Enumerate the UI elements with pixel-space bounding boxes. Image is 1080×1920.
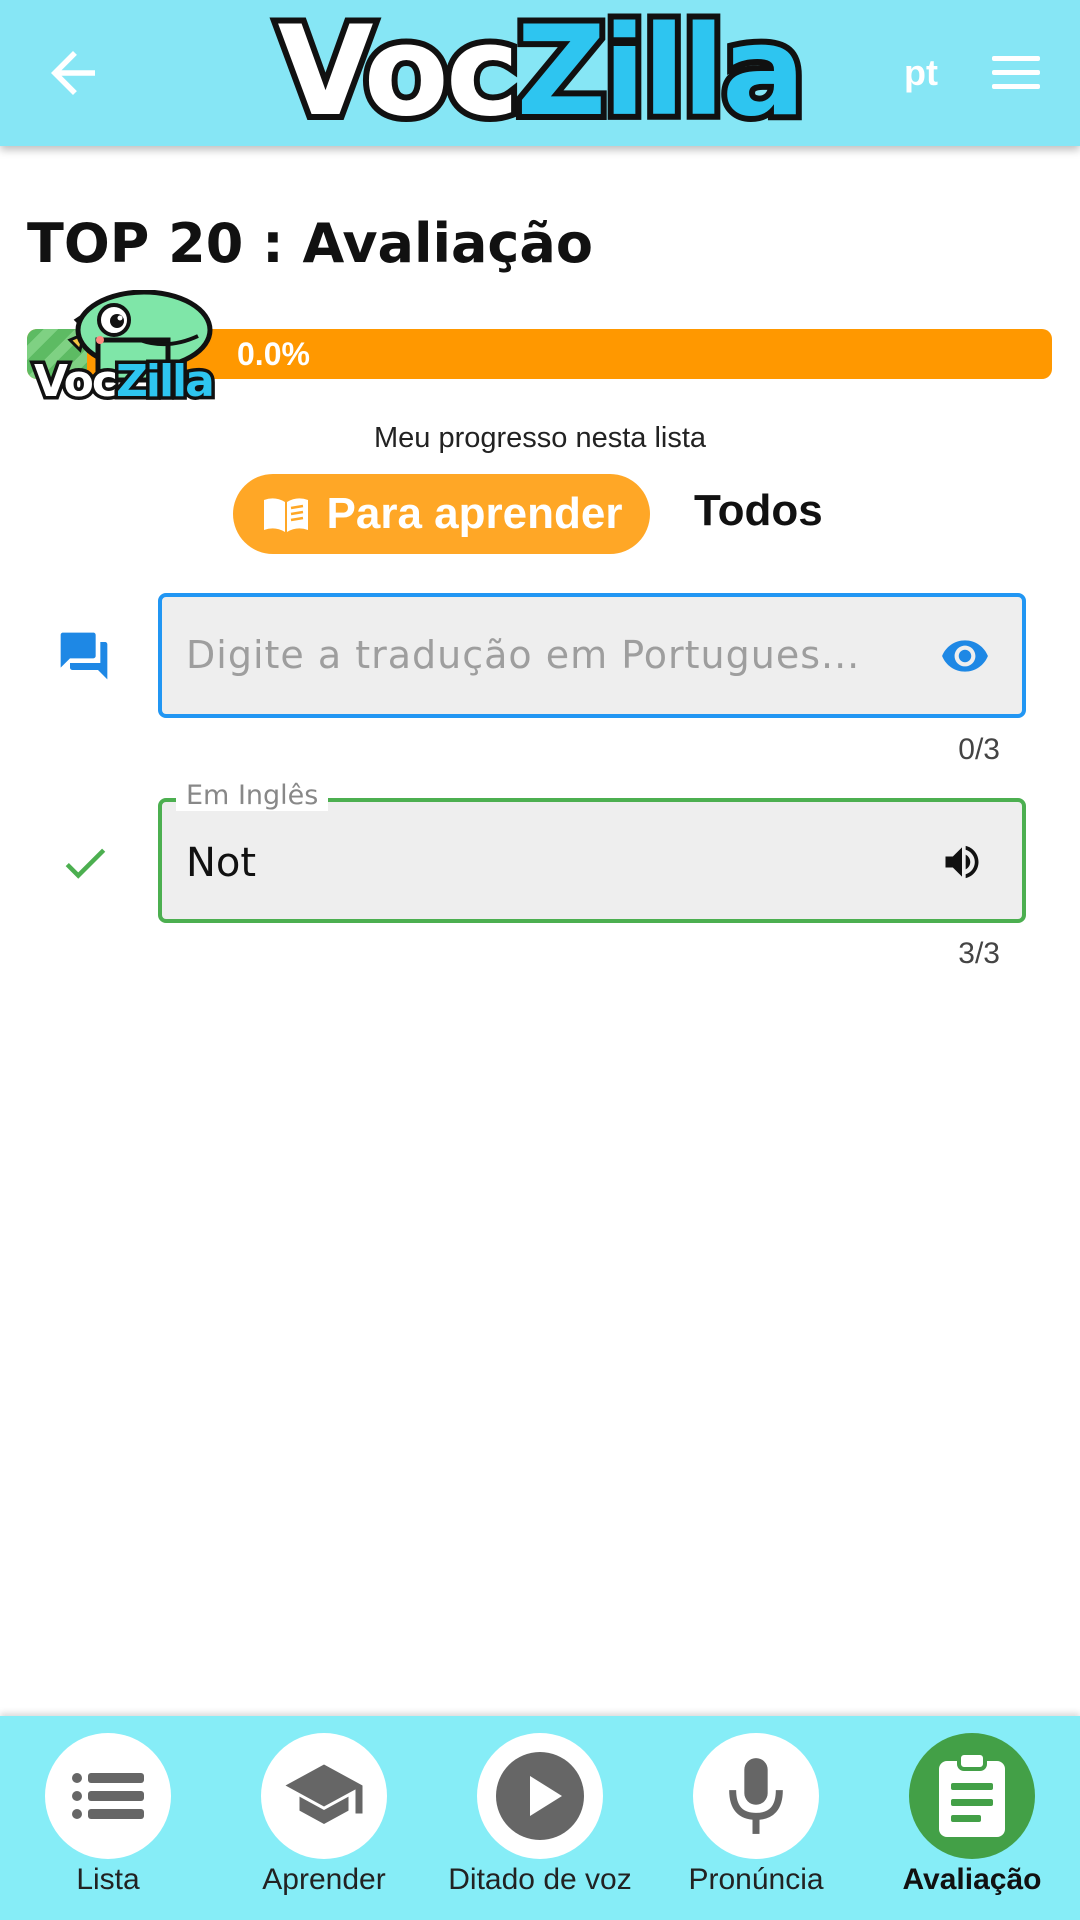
back-button[interactable] [40, 40, 106, 106]
english-field-label: Em Inglês [176, 780, 329, 811]
progress-percent: 0.0% [237, 336, 310, 372]
nav-avaliacao[interactable]: Avaliação [864, 1716, 1080, 1920]
mascot-logo: VocZilla [28, 290, 233, 415]
nav-avaliacao-label: Avaliação [902, 1863, 1042, 1896]
nav-lista-label: Lista [76, 1863, 140, 1896]
tab-para-aprender-label: Para aprender [326, 489, 623, 538]
hamburger-menu-icon [992, 56, 1040, 89]
nav-aprender[interactable]: Aprender [216, 1716, 432, 1920]
language-selector[interactable]: pt [904, 52, 938, 94]
english-word-field: Em Inglês Not [158, 780, 1026, 923]
app-logo: VocZilla [272, 4, 812, 140]
tab-todos[interactable]: Todos [694, 486, 823, 536]
mascot-voc-text: Voc [31, 356, 122, 407]
nav-pronuncia[interactable]: Pronúncia [648, 1716, 864, 1920]
translation-input[interactable]: Digite a tradução em Portugues... [158, 593, 1026, 718]
microphone-icon [729, 1758, 783, 1834]
english-counter: 3/3 [958, 937, 1000, 970]
clipboard-icon [939, 1751, 1005, 1837]
menu-button[interactable] [988, 50, 1044, 96]
logo-voc-text: Voc [272, 0, 526, 144]
tab-para-aprender[interactable]: Para aprender [233, 474, 650, 554]
play-audio-button[interactable] [940, 840, 984, 884]
page-title: TOP 20 : Avaliação [27, 212, 593, 275]
play-icon [496, 1752, 584, 1840]
nav-pronuncia-label: Pronúncia [688, 1863, 824, 1896]
translation-input-placeholder: Digite a tradução em Portugues... [186, 633, 861, 677]
speaker-icon [945, 845, 979, 879]
checkmark-icon [58, 836, 112, 895]
logo-zilla-text: Zilla [510, 0, 811, 144]
chat-icon [56, 628, 112, 689]
reveal-answer-button[interactable] [936, 631, 994, 681]
nav-aprender-label: Aprender [262, 1863, 386, 1896]
arrow-left-icon [51, 51, 95, 95]
english-word-value: Not [186, 840, 257, 886]
graduation-cap-icon [285, 1764, 363, 1824]
nav-ditado-label: Ditado de voz [448, 1863, 632, 1896]
nav-lista[interactable]: Lista [0, 1716, 216, 1920]
nav-ditado-de-voz[interactable]: Ditado de voz [432, 1716, 648, 1920]
top-app-bar: VocZilla pt [0, 0, 1080, 146]
progress-caption: Meu progresso nesta lista [373, 422, 707, 454]
bottom-navigation: Lista Aprender Ditado de voz Pronúncia A… [0, 1716, 1080, 1920]
mascot-zilla-text: Zilla [112, 356, 218, 407]
list-icon [72, 1773, 144, 1819]
translation-counter: 0/3 [958, 733, 1000, 766]
eye-icon [942, 640, 988, 672]
book-icon [263, 498, 308, 532]
